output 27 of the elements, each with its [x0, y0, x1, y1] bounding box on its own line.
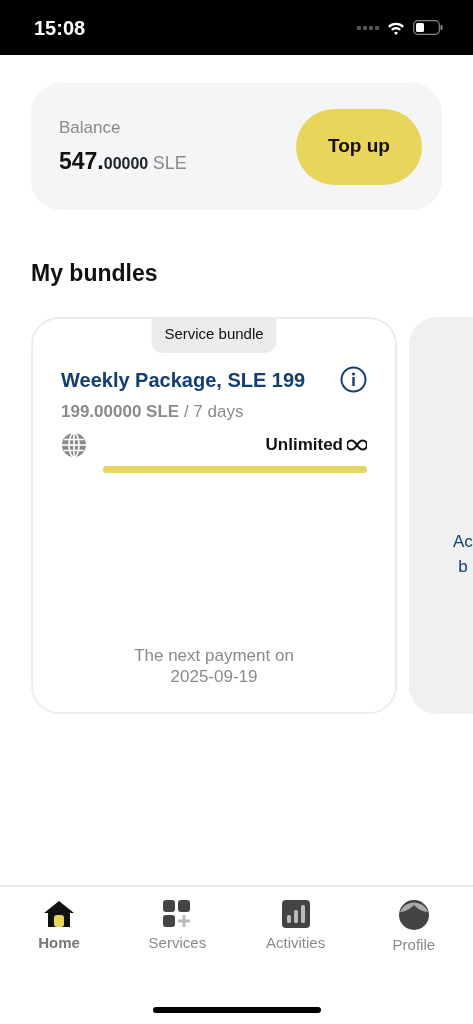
avatar-icon: [398, 900, 429, 930]
infinity-icon: [347, 438, 367, 451]
next-payment-text: The next payment on 2025-09-19: [133, 645, 295, 688]
balance-label: Balance: [59, 116, 122, 139]
home-icon: [43, 900, 76, 928]
add-bundle-text: Ac b: [453, 530, 473, 578]
info-icon[interactable]: [340, 366, 367, 393]
bundle-card[interactable]: Service bundle Weekly Package, SLE 199 199.00000 SLE / 7 days Unlimited The next payment on 2025-09-19: [31, 316, 397, 714]
nav-tab[interactable]: Profile: [358, 899, 469, 1007]
balance-amount: 547.00000 SLE: [59, 147, 187, 176]
bundle-tag: Service bundle: [151, 316, 277, 353]
bundle-price: 199.00000 SLE / 7 days: [61, 400, 245, 423]
nav-tab[interactable]: Activities: [240, 899, 351, 1007]
globe-icon: [61, 432, 87, 458]
section-title: My bundles: [31, 259, 159, 288]
status-time: 15:08: [34, 15, 86, 41]
top-up-button[interactable]: Top up: [296, 108, 422, 185]
nav-tab[interactable]: Services: [122, 899, 233, 1007]
grid-plus-icon: [163, 900, 192, 928]
wifi-icon: [387, 20, 405, 35]
allowance-label: Unlimited: [265, 434, 343, 456]
bar-chart-icon: [281, 900, 310, 928]
nav-tab[interactable]: Home: [4, 899, 115, 1007]
add-bundle-card[interactable]: Ac b: [409, 316, 473, 714]
bundle-title: Weekly Package, SLE 199: [61, 367, 306, 393]
battery-icon: [413, 20, 443, 35]
signal-icon: [357, 25, 379, 30]
